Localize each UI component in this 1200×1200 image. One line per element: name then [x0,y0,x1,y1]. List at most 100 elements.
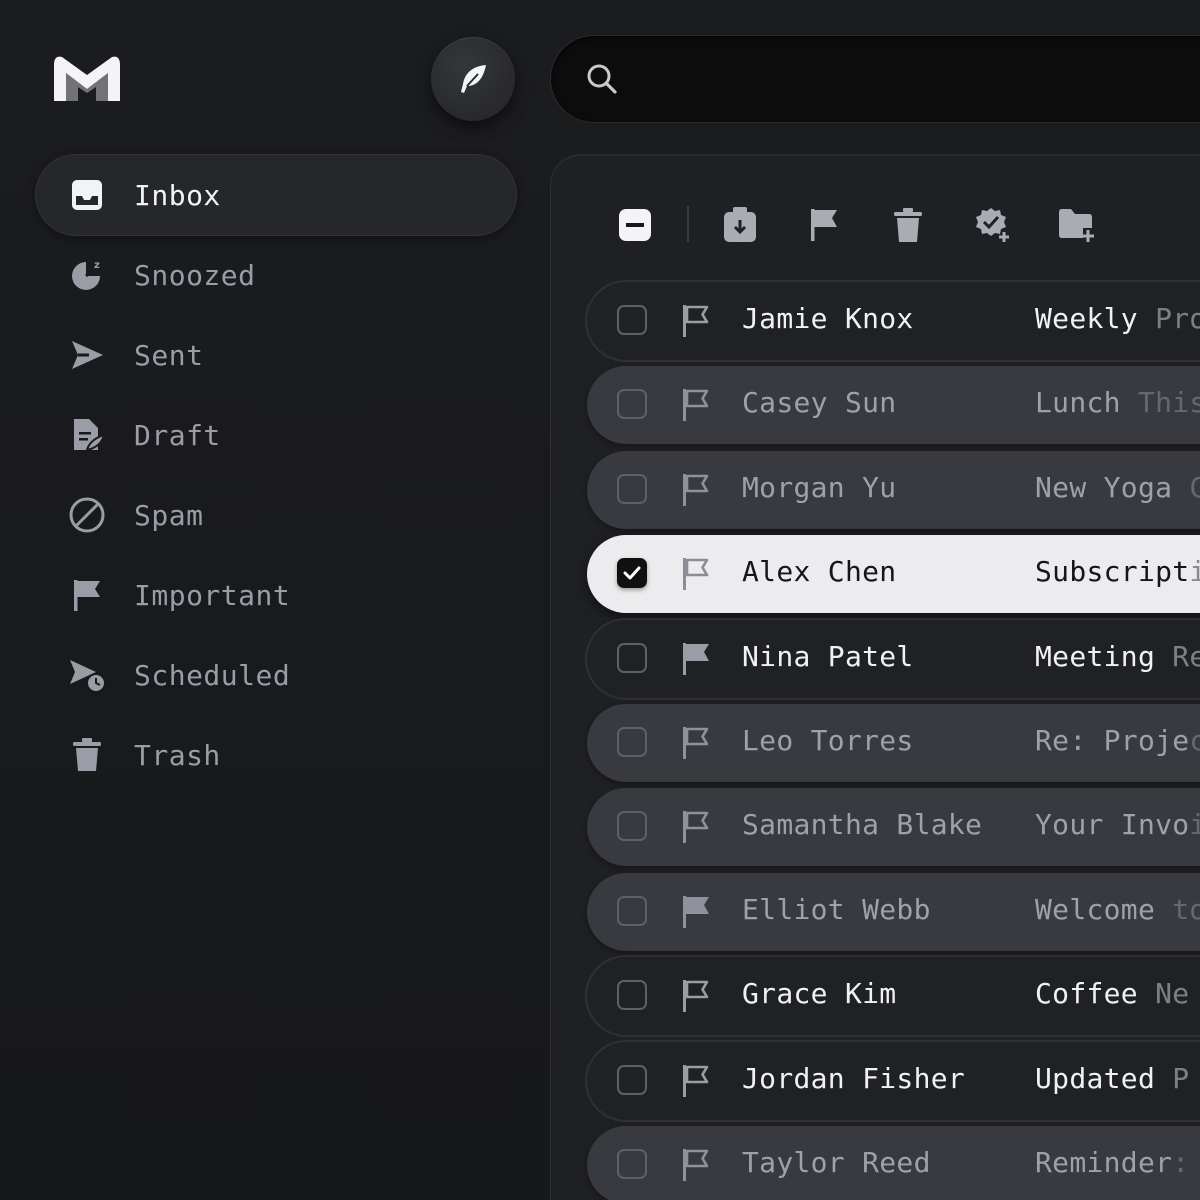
email-sender: Morgan Yu [742,470,897,504]
flag-outline-icon[interactable] [679,1063,713,1099]
email-sender: Casey Sun [742,386,897,420]
email-row[interactable]: Nina Patel Meeting Re [587,619,1200,698]
email-subject: Reminder: [1035,1146,1189,1179]
move-to-folder-button[interactable] [1057,205,1097,245]
compose-button[interactable] [431,37,515,121]
email-row[interactable]: Taylor Reed Reminder: [587,1126,1200,1200]
email-row[interactable]: Alex Chen Subscripti [587,535,1200,614]
email-sender: Alex Chen [742,555,897,589]
flag-outline-icon[interactable] [679,809,713,845]
archive-icon [724,207,756,242]
email-sender: Taylor Reed [742,1146,931,1179]
select-partial-icon [619,209,651,241]
email-subject: New Yoga C [1035,471,1200,504]
mail-logo-icon[interactable] [52,53,122,103]
email-subject: Meeting Re [1035,640,1200,673]
mail-list-panel: Jamie Knox Weekly Pro Casey Sun Lunch This M… [551,155,1200,1200]
email-subject-clipped: : [1172,1146,1190,1179]
flag-outline-icon[interactable] [679,472,713,508]
email-checkbox[interactable] [617,305,647,335]
email-subject-clipped: to [1172,892,1200,926]
email-row[interactable]: Grace Kim Coffee Ne [587,957,1200,1036]
email-subject-clipped: i [1189,555,1200,589]
search-bar[interactable] [551,36,1200,122]
move-to-folder-icon [1059,209,1094,242]
mark-done-icon [976,208,1009,242]
email-sender: Leo Torres [742,724,914,757]
email-row[interactable]: Leo Torres Re: Projec [587,704,1200,782]
sidebar-item-label: Spam [134,498,204,532]
sidebar-item-important[interactable]: Important [36,555,516,635]
archive-button[interactable] [720,205,760,245]
email-subject-text: Subscript [1035,555,1190,589]
email-subject: Weekly Pro [1035,302,1200,335]
email-subject-text: Your Invo [1035,808,1190,842]
svg-text:z: z [94,260,100,271]
flag-filled-icon[interactable] [679,641,713,677]
sidebar-item-draft[interactable]: Draft [36,395,516,475]
email-sender: Nina Patel [742,639,914,673]
flag-icon [68,576,106,614]
sidebar-item-label: Inbox [134,178,221,212]
sidebar-item-trash[interactable]: Trash [36,715,516,795]
mark-done-button[interactable] [973,205,1013,245]
email-subject: Subscripti [1035,555,1200,588]
email-subject-text: Reminder [1035,1146,1173,1179]
email-checkbox[interactable] [617,727,647,757]
flag-outline-icon[interactable] [679,556,713,592]
sidebar-item-inbox[interactable]: Inbox [36,155,516,235]
email-row[interactable]: Jordan Fisher Updated P [587,1041,1200,1120]
email-row[interactable]: Elliot Webb Welcome to [587,872,1200,951]
select-all-checkbox[interactable] [615,205,655,245]
email-checkbox[interactable] [617,980,647,1011]
email-subject-clipped: Re [1172,639,1200,673]
email-sender: Grace Kim [742,977,897,1011]
flag-icon [811,209,837,241]
feather-icon [461,65,486,93]
mail-app: Inbox z Snoozed Sent Draft Spam Importan… [0,0,1200,1200]
sidebar-item-spam[interactable]: Spam [36,475,516,555]
email-checkbox[interactable] [617,558,647,589]
email-subject: Coffee Ne [1035,977,1189,1010]
email-sender: Jordan Fisher [742,1061,966,1095]
delete-button[interactable] [888,205,928,245]
inbox-icon [68,176,106,214]
snooze-clock-icon: z [68,256,106,294]
flag-outline-icon[interactable] [679,1147,713,1183]
email-subject-clipped: C [1189,470,1200,504]
sidebar-item-sent[interactable]: Sent [36,315,516,395]
sidebar-item-label: Scheduled [134,658,291,692]
sidebar-item-scheduled[interactable]: Scheduled [36,635,516,715]
flag-outline-icon[interactable] [679,303,713,339]
email-checkbox[interactable] [617,1064,647,1095]
email-row[interactable]: Jamie Knox Weekly Pro [587,282,1200,360]
email-row[interactable]: Morgan Yu New Yoga C [587,450,1200,529]
sidebar-item-label: Important [134,578,291,612]
draft-icon [68,416,106,454]
email-row[interactable]: Casey Sun Lunch This [587,366,1200,445]
flag-button[interactable] [804,205,844,245]
flag-outline-icon[interactable] [679,978,713,1014]
email-checkbox[interactable] [617,473,647,504]
flag-filled-icon[interactable] [679,894,713,930]
email-subject: Re: Projec [1035,724,1200,757]
email-subject: Welcome to [1035,893,1200,926]
search-input[interactable] [631,56,1195,104]
email-subject-text: Meeting [1035,639,1156,673]
email-subject-text: Coffee [1035,977,1138,1011]
email-checkbox[interactable] [617,642,647,673]
email-checkbox[interactable] [617,389,647,420]
flag-outline-icon[interactable] [679,725,713,761]
flag-outline-icon[interactable] [679,387,713,423]
email-row[interactable]: Samantha Blake Your Invoi [587,788,1200,867]
sidebar-item-snoozed[interactable]: z Snoozed [36,235,516,315]
scheduled-send-icon [68,656,106,694]
email-sender: Elliot Webb [742,892,931,926]
email-checkbox[interactable] [617,1149,647,1179]
email-checkbox[interactable] [617,811,647,842]
checkmark-icon [623,566,641,580]
email-subject-clipped: Ne [1137,977,1190,1011]
email-checkbox[interactable] [617,895,647,926]
email-subject-clipped: Pro [1137,302,1200,335]
email-subject-clipped: This [1120,386,1200,420]
